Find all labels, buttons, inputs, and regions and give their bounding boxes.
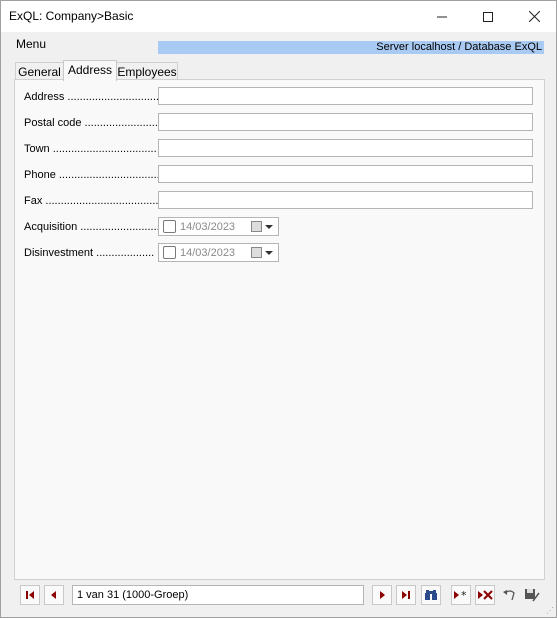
acquisition-label: Acquisition .......................... [24,221,160,233]
postal-code-label: Postal code ........................ [24,117,158,129]
acquisition-date-value: 14/03/2023 [180,220,236,233]
first-record-icon [26,591,34,599]
previous-icon [51,591,56,599]
next-record-button[interactable] [372,585,392,605]
next-icon [380,591,385,599]
minimize-button[interactable] [419,1,465,32]
acquisition-checkbox[interactable] [163,220,176,233]
fax-label: Fax ....................................… [24,195,162,207]
menu-bar: Menu Server localhost / Database ExQL [1,32,556,58]
town-input[interactable] [158,139,533,157]
delete-record-icon [478,590,493,600]
undo-icon [503,590,515,601]
main-window: ExQL: Company>Basic Menu Server localhos… [0,0,557,618]
window-title: ExQL: Company>Basic [9,9,134,23]
first-record-button[interactable] [20,585,40,605]
minimize-icon [437,16,447,17]
fax-input[interactable] [158,191,533,209]
disinvestment-date-value: 14/03/2023 [180,246,236,259]
chevron-down-icon[interactable] [265,251,273,255]
new-record-icon: * [454,590,467,600]
disinvestment-checkbox[interactable] [163,246,176,259]
menu-item-menu[interactable]: Menu [16,37,46,51]
resize-grip[interactable]: ⋰ [546,606,554,615]
close-button[interactable] [511,1,557,32]
server-info: Server localhost / Database ExQL [158,41,544,54]
record-position: 1 van 31 (1000-Groep) [72,585,364,605]
address-input[interactable] [158,87,533,105]
disinvestment-date-picker[interactable]: 14/03/2023 [158,243,279,262]
maximize-button[interactable] [465,1,511,32]
disinvestment-label: Disinvestment ................... [24,247,155,259]
last-record-button[interactable] [396,585,416,605]
navigation-bar: 1 van 31 (1000-Groep) * [14,580,543,608]
save-button[interactable] [522,585,542,605]
maximize-icon [483,11,493,22]
town-label: Town .................................. [24,143,157,155]
phone-label: Phone ................................. [24,169,160,181]
binoculars-icon [425,590,437,600]
new-record-button[interactable]: * [451,585,471,605]
previous-record-button[interactable] [44,585,64,605]
save-icon [525,589,540,602]
delete-record-button[interactable] [475,585,495,605]
title-bar[interactable]: ExQL: Company>Basic [1,1,556,32]
tab-address[interactable]: Address [63,60,117,81]
acquisition-date-picker[interactable]: 14/03/2023 [158,217,279,236]
calendar-icon[interactable] [251,221,262,232]
last-record-icon [402,591,410,599]
undo-button[interactable] [500,585,520,605]
svg-text:*: * [461,590,467,600]
calendar-icon[interactable] [251,247,262,258]
phone-input[interactable] [158,165,533,183]
close-icon [528,11,540,22]
chevron-down-icon[interactable] [265,225,273,229]
find-button[interactable] [421,585,441,605]
postal-code-input[interactable] [158,113,533,131]
address-label: Address .............................. [24,91,160,103]
